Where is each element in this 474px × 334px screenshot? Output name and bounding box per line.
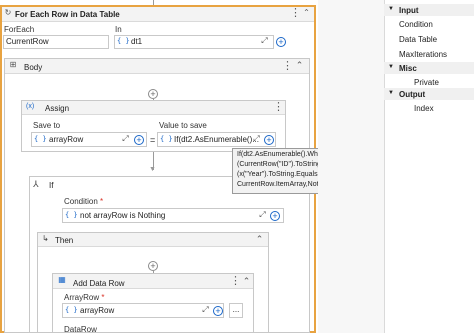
properties-section-misc[interactable] <box>384 62 474 74</box>
body-header[interactable] <box>5 59 309 74</box>
collapse-icon[interactable]: ⌃ <box>302 9 311 19</box>
for-each-icon: ↻ <box>4 8 12 17</box>
section-title-output: Output <box>399 90 426 99</box>
more-options-icon[interactable]: ⋮ <box>273 102 284 114</box>
add-variable-icon[interactable]: + <box>264 135 274 145</box>
section-title-input: Input <box>399 6 419 15</box>
expression-icon[interactable]: { } <box>65 211 78 219</box>
chevron-down-icon: ▼ <box>388 6 394 12</box>
expand-editor-icon[interactable]: ⤢ <box>252 135 261 144</box>
assign-icon: (x) <box>26 103 35 110</box>
arrayrow-label: ArrayRow * <box>64 293 104 302</box>
condition-value: not arrayRow is Nothing <box>80 211 166 220</box>
arrayrow-label-text: ArrayRow <box>64 293 100 302</box>
expression-icon[interactable]: { } <box>160 135 173 143</box>
expand-editor-icon[interactable]: ⤢ <box>258 211 267 220</box>
foreach-label: ForEach <box>4 25 35 34</box>
chevron-down-icon: ▼ <box>388 64 394 70</box>
in-value: dt1 <box>131 37 143 46</box>
flow-arrow-icon: ▼ <box>149 166 156 173</box>
properties-section-input[interactable] <box>384 4 474 16</box>
value-to-save-value: If(dt2.AsEnumerable()... <box>174 135 259 144</box>
condition-label: Condition * <box>64 197 103 206</box>
add-activity-icon[interactable]: + <box>148 261 158 271</box>
save-to-label: Save to <box>33 121 61 130</box>
add-data-row-title: Add Data Row <box>73 279 125 288</box>
chevron-down-icon: ▼ <box>388 90 394 96</box>
expression-icon[interactable]: { } <box>34 135 47 143</box>
expression-icon[interactable]: { } <box>65 306 78 314</box>
more-options-icon[interactable]: ⋮ <box>290 8 301 20</box>
assign-title: Assign <box>45 104 70 113</box>
in-label: In <box>115 25 122 34</box>
for-each-title: For Each Row in Data Table <box>15 10 120 19</box>
data-table-icon: ▦ <box>58 275 66 284</box>
section-title-misc: Misc <box>399 64 417 73</box>
sequence-icon: ⊞ <box>9 60 17 69</box>
expression-icon[interactable]: { } <box>117 37 130 45</box>
add-variable-icon[interactable]: + <box>213 306 223 316</box>
expand-editor-icon[interactable]: ⤢ <box>121 135 130 144</box>
assign-equals: = <box>150 135 156 145</box>
then-title: Then <box>55 236 74 245</box>
properties-section-output[interactable] <box>384 88 474 100</box>
add-variable-icon[interactable]: + <box>276 37 286 47</box>
collapse-icon[interactable]: ⌃ <box>255 235 264 245</box>
add-activity-icon[interactable]: + <box>148 89 158 99</box>
expand-editor-icon[interactable]: ⤢ <box>260 37 269 46</box>
add-variable-icon[interactable]: + <box>134 135 144 145</box>
if-icon: ⅄ <box>33 179 39 189</box>
more-options-icon[interactable]: ⋮ <box>230 276 241 288</box>
property-item-index[interactable]: Index <box>414 104 434 113</box>
if-title: If <box>49 181 54 190</box>
panel-gap <box>318 0 384 333</box>
foreach-item-value: CurrentRow <box>6 37 49 46</box>
expand-editor-icon[interactable]: ⤢ <box>201 306 210 315</box>
condition-label-text: Condition <box>64 197 98 206</box>
collapse-icon[interactable]: ⌃ <box>242 277 251 287</box>
value-to-save-label: Value to save <box>159 121 207 130</box>
property-item-data-table[interactable]: Data Table <box>399 35 437 44</box>
more-options-icon[interactable]: ⋮ <box>282 61 293 73</box>
property-item-private[interactable]: Private <box>414 78 439 87</box>
required-marker: * <box>101 293 105 302</box>
property-item-condition[interactable]: Condition <box>399 20 433 29</box>
save-to-value: arrayRow <box>49 135 84 144</box>
collapse-icon[interactable]: ⌃ <box>295 61 304 71</box>
body-title: Body <box>24 63 43 72</box>
arrayrow-value: arrayRow <box>80 306 115 315</box>
add-variable-icon[interactable]: + <box>270 211 280 221</box>
then-icon: ↳ <box>42 234 49 243</box>
required-marker: * <box>100 197 104 206</box>
property-item-max-iterations[interactable]: MaxIterations <box>399 50 447 59</box>
more-button[interactable]: ... <box>229 303 243 318</box>
